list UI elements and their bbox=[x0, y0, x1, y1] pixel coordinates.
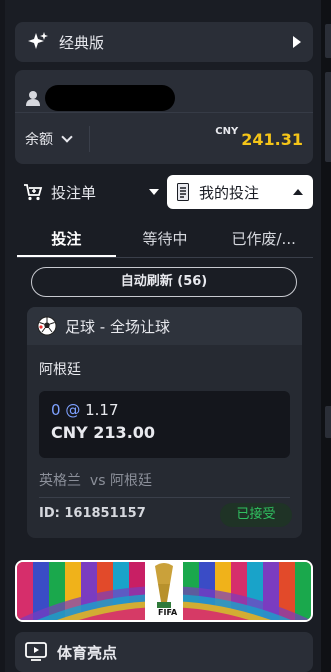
sparkle-icon bbox=[28, 32, 48, 49]
balance-amount: 241.31 bbox=[241, 129, 303, 149]
tab-void[interactable]: 已作废/... bbox=[214, 224, 313, 257]
auto-refresh-button[interactable]: 自动刷新 (56) bbox=[31, 267, 297, 297]
caret-down-icon bbox=[149, 189, 159, 195]
odds-line: 0 @ 1.17 bbox=[51, 401, 278, 419]
video-play-icon bbox=[25, 642, 47, 661]
betslip-tab[interactable]: 投注单 bbox=[15, 182, 167, 203]
my-bets-label: 我的投注 bbox=[199, 183, 260, 202]
cart-plus-icon bbox=[24, 184, 43, 201]
sports-highlights-section[interactable]: 体育亮点 bbox=[15, 632, 313, 672]
masked-username bbox=[45, 85, 175, 111]
vs-label: vs bbox=[89, 473, 106, 489]
selection-name: 阿根廷 bbox=[39, 362, 81, 378]
bet-card: 足球 - 全场让球 阿根廷 0 @ 1.17 CNY 213.00 英格兰 vs… bbox=[27, 307, 302, 538]
chevron-right-icon bbox=[293, 36, 301, 48]
tab-pending[interactable]: 等待中 bbox=[116, 224, 215, 257]
status-badge: 已接受 bbox=[220, 503, 292, 527]
odds-value: 1.17 bbox=[85, 401, 119, 419]
odds-box: 0 @ 1.17 CNY 213.00 bbox=[39, 391, 290, 458]
stake-amount: CNY 213.00 bbox=[51, 423, 156, 442]
receipt-icon bbox=[177, 183, 189, 201]
at-sign: @ bbox=[65, 401, 81, 419]
tab-bets[interactable]: 投注 bbox=[17, 224, 116, 257]
betslip-label: 投注单 bbox=[51, 183, 97, 202]
caret-up-icon bbox=[293, 189, 303, 195]
fifa-logo-text: FIFA bbox=[158, 608, 178, 617]
home-team: 英格兰 bbox=[39, 473, 81, 489]
right-content-edge bbox=[321, 0, 331, 672]
user-icon bbox=[26, 91, 40, 106]
world-cup-banner[interactable]: FIFA bbox=[15, 560, 313, 622]
away-team: 阿根廷 bbox=[109, 473, 152, 489]
user-row bbox=[25, 80, 175, 116]
sport-market-title: 足球 - 全场让球 bbox=[65, 317, 170, 336]
classic-version-label: 经典版 bbox=[59, 33, 105, 52]
bet-tabs: 投注单 我的投注 bbox=[15, 174, 313, 210]
bet-id: ID: 161851157 bbox=[39, 506, 146, 521]
balance-row[interactable]: 余额 CNY 241.31 bbox=[25, 122, 303, 156]
account-card: 余额 CNY 241.31 bbox=[15, 70, 313, 164]
bet-card-header: 足球 - 全场让球 bbox=[27, 307, 302, 345]
soccer-ball-icon bbox=[37, 316, 57, 336]
chevron-down-icon bbox=[61, 130, 73, 143]
match-name: 英格兰 vs 阿根廷 bbox=[39, 470, 152, 490]
currency-label: CNY bbox=[215, 126, 239, 137]
bet-status-tabs: 投注 等待中 已作废/... bbox=[17, 224, 313, 258]
classic-version-button[interactable]: 经典版 bbox=[15, 22, 313, 62]
sports-highlights-label: 体育亮点 bbox=[57, 643, 118, 662]
my-bets-tab[interactable]: 我的投注 bbox=[167, 175, 313, 209]
balance-label: 余额 bbox=[25, 132, 53, 148]
handicap-value: 0 bbox=[51, 401, 61, 419]
